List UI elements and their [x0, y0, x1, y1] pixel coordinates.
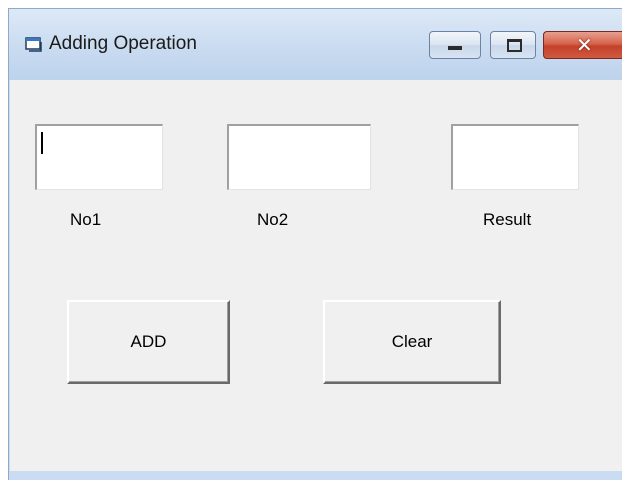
close-button[interactable]: ✕ [543, 31, 622, 59]
clear-button[interactable]: Clear [323, 300, 501, 384]
app-window: Adding Operation ✕ No1 No2 Result ADD Cl… [8, 8, 622, 480]
text-caret [41, 132, 43, 154]
no1-label: No1 [70, 210, 102, 229]
minimize-icon [448, 46, 462, 50]
title-bar[interactable]: Adding Operation ✕ [9, 9, 622, 80]
result-input[interactable] [451, 124, 579, 190]
no1-input[interactable] [35, 124, 163, 190]
result-label: Result [483, 210, 532, 229]
add-button[interactable]: ADD [67, 300, 230, 384]
no2-input[interactable] [227, 124, 371, 190]
minimize-button[interactable] [429, 31, 481, 59]
close-icon: ✕ [576, 33, 593, 57]
vb-form-icon [25, 37, 42, 52]
maximize-button[interactable] [490, 31, 536, 59]
no2-label: No2 [257, 210, 289, 229]
maximize-icon [507, 39, 522, 52]
window-bottom-border [9, 471, 622, 480]
window-title: Adding Operation [49, 33, 197, 54]
form-client-area: No1 No2 Result ADD Clear [10, 80, 622, 472]
